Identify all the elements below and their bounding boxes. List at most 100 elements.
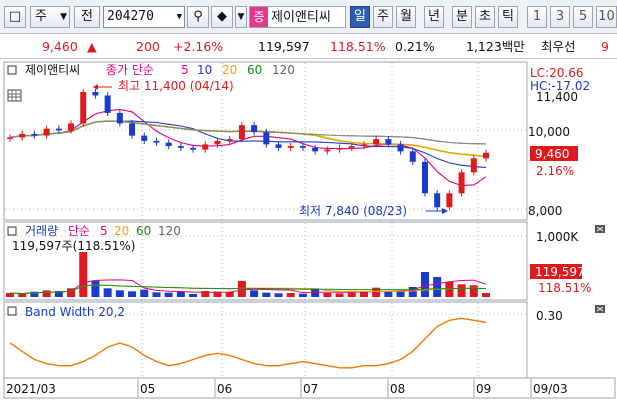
- candle-body: [190, 147, 197, 150]
- vol-ma-60: 60: [136, 224, 151, 238]
- candle-body: [31, 133, 38, 136]
- window-icon[interactable]: □: [4, 6, 26, 28]
- price-tick-10000: 10,000: [528, 125, 570, 139]
- volume-collapse-icon[interactable]: [7, 226, 17, 236]
- stock-name-field[interactable]: 증 제이앤티씨: [249, 6, 346, 28]
- dropdown-arrow-icon[interactable]: ▼: [235, 6, 247, 28]
- chart-svg[interactable]: 제이앤티씨 종가 단순 5 10 20 60 120 최고 11,400 (04…: [0, 60, 617, 400]
- candle-body: [397, 144, 404, 152]
- candle-body: [202, 144, 209, 150]
- period-second[interactable]: 초: [475, 6, 495, 28]
- quote-bar: 9,460 ▲ 200 +2.16% 119,597 118.51% 0.21%…: [0, 35, 617, 59]
- volume-bar: [372, 287, 381, 297]
- candle-body: [263, 132, 270, 145]
- candle-body: [68, 123, 75, 131]
- volume-bar: [140, 289, 149, 297]
- candle-body: [129, 123, 136, 136]
- candle-body: [483, 152, 489, 159]
- volume-title: 거래량: [25, 224, 58, 238]
- price-tick-hc: 11,400: [536, 90, 578, 104]
- volume-bar: [384, 291, 393, 297]
- period-month[interactable]: 월: [396, 6, 416, 28]
- vol-ma-20: 20: [114, 224, 129, 238]
- bandwidth-collapse-icon[interactable]: [7, 306, 17, 316]
- volume-bar: [335, 293, 344, 297]
- candle-body: [226, 139, 233, 141]
- x-axis-label: 08: [390, 382, 405, 396]
- stock-code-value: 204270: [107, 9, 154, 24]
- period-year[interactable]: 년: [424, 6, 444, 28]
- current-volume-axis: 119,597: [535, 265, 585, 279]
- candle-body: [421, 161, 428, 194]
- volume-bar: [115, 290, 124, 297]
- candle-body: [116, 112, 123, 124]
- candle-body: [299, 146, 306, 148]
- volume-bar: [237, 281, 246, 297]
- toolbar: □ 주 ▼ 전 204270 ▼ ⚲ ◆ ▼ 증 제이앤티씨 일 주 월 년 분 …: [0, 0, 617, 34]
- turnover-rate: 0.21%: [395, 39, 435, 54]
- volume-bar: [91, 280, 100, 297]
- interval-5[interactable]: 5: [573, 6, 593, 28]
- speaker-icon[interactable]: ◆: [211, 6, 233, 28]
- ma-period-20: 20: [222, 63, 237, 77]
- price-tick-8000: 8,000: [528, 204, 562, 218]
- current-change-axis: 2.16%: [536, 164, 574, 178]
- volume-bar: [286, 293, 295, 297]
- period-week[interactable]: 주: [373, 6, 393, 28]
- up-arrow-icon: ▲: [87, 39, 97, 54]
- candle-body: [324, 149, 331, 152]
- x-axis-label: 09: [476, 382, 491, 396]
- candle-body: [153, 140, 160, 143]
- vol-ma-5: 5: [100, 224, 108, 238]
- candle-body: [214, 140, 221, 145]
- ma-period-5: 5: [181, 63, 189, 77]
- volume-bar: [359, 291, 368, 297]
- candle-body: [312, 147, 319, 152]
- jeon-button[interactable]: 전: [74, 6, 100, 28]
- volume-bar: [225, 292, 234, 297]
- period-tick[interactable]: 틱: [498, 6, 518, 28]
- volume-tick-1000k: 1,000K: [536, 230, 579, 244]
- volume-bar: [79, 252, 88, 297]
- search-icon[interactable]: ⚲: [187, 6, 209, 28]
- x-axis-label: 07: [303, 382, 318, 396]
- chart-area[interactable]: 제이앤티씨 종가 단순 5 10 20 60 120 최고 11,400 (04…: [0, 60, 617, 400]
- bandwidth-title: Band Width 20,2: [25, 305, 125, 319]
- candle-body: [348, 146, 355, 148]
- volume-bar: [323, 293, 332, 297]
- candle-body: [80, 91, 87, 124]
- candle-body: [275, 144, 282, 148]
- volume-bar: [176, 291, 185, 297]
- bw-tick-030: 0.30: [536, 309, 563, 323]
- candle-body: [446, 193, 453, 208]
- current-volume-ratio: 118.51%: [538, 281, 591, 295]
- stock-badge: 증: [250, 7, 268, 27]
- volume-bar: [274, 293, 283, 297]
- interval-3[interactable]: 3: [550, 6, 570, 28]
- pref-label: 최우선: [541, 39, 576, 54]
- x-axis-label: 06: [217, 382, 232, 396]
- volume-bar: [457, 284, 466, 297]
- candle-body: [55, 128, 62, 131]
- period-day[interactable]: 일: [350, 6, 370, 28]
- interval-1[interactable]: 1: [527, 6, 547, 28]
- period-minute[interactable]: 분: [452, 6, 472, 28]
- chevron-down-icon[interactable]: ▼: [177, 7, 182, 27]
- candle-body: [238, 125, 245, 140]
- current-price: 9,460: [42, 39, 78, 54]
- stock-code-input[interactable]: 204270 ▼: [103, 6, 185, 28]
- volume-ratio: 118.51%: [330, 39, 386, 54]
- candle-body: [409, 151, 416, 162]
- market-select[interactable]: 주 ▼: [30, 6, 70, 28]
- interval-10[interactable]: 10: [596, 6, 617, 28]
- panel-collapse-icon[interactable]: [7, 65, 17, 75]
- candle-body: [165, 142, 172, 147]
- price-change: 200: [136, 39, 160, 54]
- stock-name-legend: 제이앤티씨: [25, 63, 80, 77]
- volume-bar: [262, 292, 271, 297]
- trade-amount: 1,123백만: [466, 39, 525, 54]
- candle-body: [92, 91, 99, 96]
- ma-period-60: 60: [247, 63, 262, 77]
- vol-ma-120: 120: [158, 224, 181, 238]
- table-grid-icon[interactable]: [7, 89, 22, 102]
